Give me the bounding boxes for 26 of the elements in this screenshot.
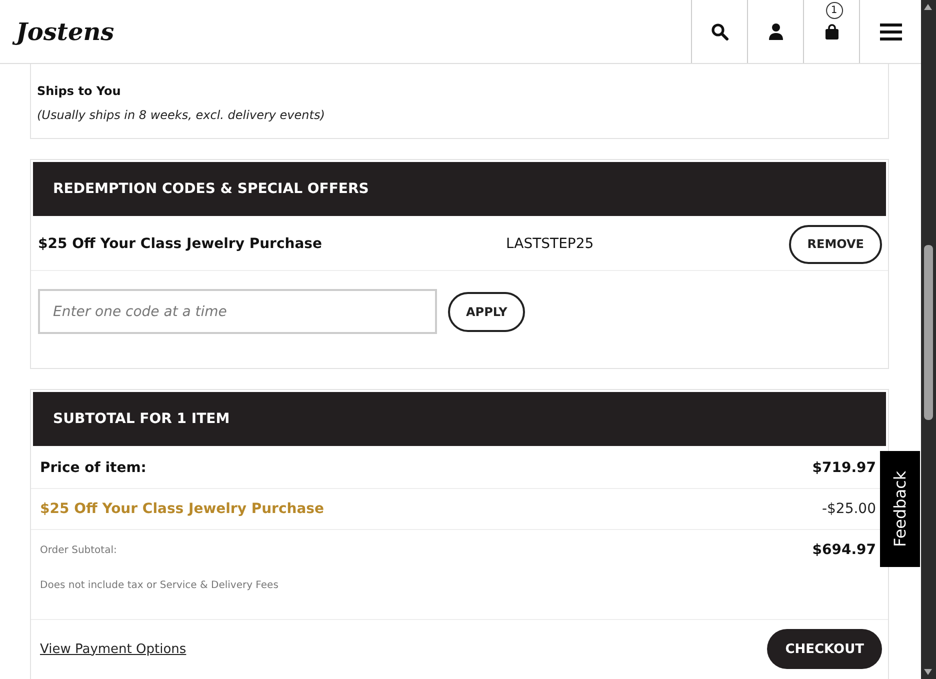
search-icon: [710, 22, 728, 40]
person-icon: [768, 23, 784, 40]
summary-label: Order Subtotal:: [40, 544, 117, 556]
checkout-button[interactable]: CHECKOUT: [767, 629, 882, 669]
summary-label: $25 Off Your Class Jewelry Purchase: [40, 501, 324, 517]
cart-count-badge: 1: [826, 2, 843, 19]
apply-button[interactable]: APPLY: [448, 292, 526, 332]
cart-button[interactable]: 1: [803, 0, 859, 63]
section-title: SUBTOTAL FOR 1 ITEM: [33, 392, 886, 446]
remove-button[interactable]: REMOVE: [789, 224, 882, 264]
summary-label: Price of item:: [40, 460, 146, 476]
summary-amount: $719.97: [812, 460, 876, 476]
fee-note: Does not include tax or Service & Delivery Fees: [31, 570, 888, 620]
offer-name: $25 Off Your Class Jewelry Purchase: [38, 236, 323, 252]
shipping-method: Ships to You: [37, 84, 122, 98]
shipping-note: (Usually ships in 8 weeks, excl. delivery events): [37, 108, 326, 122]
code-input-field[interactable]: Enter one code at a time: [38, 289, 437, 334]
bag-icon: [824, 24, 840, 40]
menu-icon: [880, 22, 902, 40]
summary-amount: -$25.00: [822, 501, 876, 517]
summary-amount: $694.97: [812, 542, 876, 558]
offer-code: LASTSTEP25: [506, 236, 595, 252]
scrollbar[interactable]: [921, 0, 936, 679]
payment-options-link[interactable]: View Payment Options: [40, 642, 186, 656]
feedback-tab[interactable]: Feedback: [880, 451, 920, 567]
section-title: REDEMPTION CODES & SPECIAL OFFERS: [33, 162, 886, 216]
